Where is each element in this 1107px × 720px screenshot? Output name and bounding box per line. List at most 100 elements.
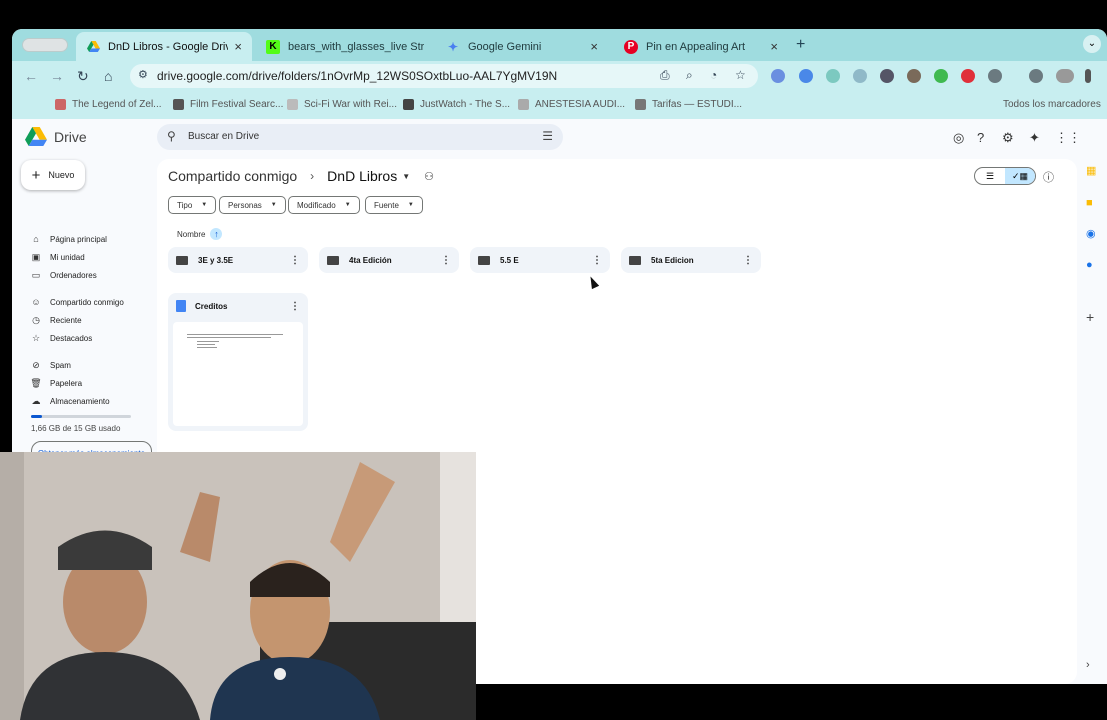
- profile-icon[interactable]: [1056, 69, 1074, 83]
- tab-drive[interactable]: DnD Libros - Google Drive ×: [76, 32, 252, 61]
- filter-type[interactable]: Tipo ▼: [168, 196, 217, 214]
- nav-shared[interactable]: ☺ Compartido conmigo: [30, 296, 123, 308]
- nav-label: Página principal: [50, 234, 107, 244]
- arrow-up-icon[interactable]: ↑: [210, 228, 223, 240]
- close-icon[interactable]: ×: [590, 39, 598, 54]
- extension-icon[interactable]: [907, 69, 921, 83]
- kick-icon: K: [266, 39, 280, 54]
- extension-icon[interactable]: [799, 69, 813, 83]
- nav-home[interactable]: ⌂ Página principal: [30, 233, 107, 245]
- performance-icon[interactable]: ◔: [710, 68, 717, 82]
- site-info-icon[interactable]: ⚙: [138, 68, 148, 81]
- extension-icon[interactable]: [853, 69, 867, 83]
- tasks-icon[interactable]: ◉: [1086, 227, 1096, 240]
- tab-kick[interactable]: K bears_with_glasses_live Stre: [256, 32, 434, 61]
- drive-search[interactable]: ⚲ Buscar en Drive ☰: [157, 124, 563, 150]
- install-icon[interactable]: ⎙: [660, 68, 670, 83]
- filter-modified[interactable]: Modificado ▼: [288, 196, 360, 214]
- zoom-icon[interactable]: ⌕: [686, 68, 693, 83]
- cast-icon[interactable]: [880, 69, 894, 83]
- more-actions-icon[interactable]: ⋮: [743, 255, 753, 266]
- bookmark-item[interactable]: Sci-Fi War with Rei...: [287, 99, 397, 110]
- translate-extension-icon[interactable]: [771, 69, 785, 83]
- breadcrumb-current[interactable]: DnD Libros: [327, 168, 397, 184]
- new-tab-icon[interactable]: +: [796, 36, 805, 54]
- nav-trash[interactable]: 🗑 Papelera: [30, 377, 82, 389]
- bookmark-star-icon[interactable]: ☆: [735, 68, 746, 82]
- shield-icon[interactable]: [934, 69, 948, 83]
- reload-icon[interactable]: ↻: [77, 68, 89, 85]
- contacts-icon[interactable]: ●: [1086, 259, 1093, 271]
- bookmark-icon: [635, 99, 646, 110]
- puzzle-icon[interactable]: [988, 69, 1002, 83]
- info-icon[interactable]: ⓘ: [1043, 169, 1054, 185]
- address-bar[interactable]: ⚙ drive.google.com/drive/folders/1nOvrMp…: [130, 64, 758, 88]
- chevron-right-icon[interactable]: ›: [1086, 659, 1090, 671]
- add-addon-icon[interactable]: +: [1086, 309, 1094, 325]
- adblock-icon[interactable]: [961, 69, 975, 83]
- folder-card[interactable]: 5ta Edicion ⋮: [621, 247, 761, 273]
- nav-computers[interactable]: ▭ Ordenadores: [30, 269, 97, 281]
- search-icon[interactable]: ⚲: [167, 129, 176, 143]
- shared-folder-icon: [478, 255, 490, 265]
- tab-strip: DnD Libros - Google Drive × K bears_with…: [12, 29, 1107, 61]
- close-icon[interactable]: ×: [770, 39, 778, 54]
- folder-card[interactable]: 5.5 E ⋮: [470, 247, 610, 273]
- tab-title: Pin en Appealing Art: [646, 40, 746, 53]
- gear-icon[interactable]: ⚙: [1002, 130, 1014, 146]
- forward-icon[interactable]: →: [50, 68, 64, 84]
- nav-starred[interactable]: ☆ Destacados: [30, 332, 92, 344]
- close-icon[interactable]: ×: [234, 39, 242, 54]
- more-actions-icon[interactable]: ⋮: [290, 255, 300, 266]
- chevron-down-icon[interactable]: ⌄: [1083, 35, 1101, 53]
- bookmark-label: ANESTESIA AUDI...: [535, 99, 626, 110]
- nav-my-drive[interactable]: ▣ Mi unidad: [30, 251, 85, 263]
- tab-gemini[interactable]: ✦ Google Gemini ×: [436, 32, 608, 61]
- menu-icon[interactable]: [1085, 69, 1091, 83]
- webcam-overlay: [0, 452, 476, 720]
- breadcrumb-parent[interactable]: Compartido conmigo: [168, 168, 297, 184]
- filter-options-icon[interactable]: ☰: [542, 129, 553, 143]
- home-icon[interactable]: ⌂: [104, 68, 112, 84]
- shared-people-icon[interactable]: ⚇: [424, 170, 434, 183]
- help-icon[interactable]: ?: [977, 130, 984, 145]
- more-actions-icon[interactable]: ⋮: [290, 301, 300, 312]
- nav-recent[interactable]: ◷ Reciente: [30, 314, 82, 326]
- grid-view-icon[interactable]: ✓▦: [1005, 168, 1035, 184]
- tab-pinterest[interactable]: P Pin en Appealing Art ×: [614, 32, 788, 61]
- tab-search-pill[interactable]: [22, 38, 68, 52]
- keep-icon[interactable]: ■: [1086, 197, 1093, 209]
- new-button[interactable]: + Nuevo: [21, 160, 85, 190]
- offline-status-icon[interactable]: ◎: [953, 130, 964, 146]
- more-actions-icon[interactable]: ⋮: [441, 255, 451, 266]
- side-panel-rail: ▦ ■ ◉ ● + ›: [1078, 119, 1107, 684]
- filter-people[interactable]: Personas ▼: [219, 196, 286, 214]
- more-actions-icon[interactable]: ⋮: [592, 255, 602, 266]
- calendar-icon[interactable]: ▦: [1086, 164, 1096, 177]
- back-icon[interactable]: ←: [24, 68, 38, 84]
- extension-icon[interactable]: [826, 69, 840, 83]
- chip-label: Fuente: [374, 200, 399, 210]
- search-input[interactable]: Buscar en Drive: [188, 131, 259, 142]
- filter-source[interactable]: Fuente ▼: [365, 196, 423, 214]
- sort-header[interactable]: Nombre ↑: [177, 228, 223, 240]
- view-toggle[interactable]: ☰ ✓▦: [974, 167, 1036, 185]
- bookmark-item[interactable]: Tarifas — ESTUDI...: [635, 99, 742, 110]
- folder-card[interactable]: 4ta Edición ⋮: [319, 247, 459, 273]
- nav-spam[interactable]: ⊘ Spam: [30, 359, 71, 371]
- download-icon[interactable]: [1029, 69, 1043, 83]
- bookmark-item[interactable]: ANESTESIA AUDI...: [518, 99, 625, 110]
- bookmark-item[interactable]: Film Festival Searc...: [173, 99, 283, 110]
- all-bookmarks[interactable]: Todos los marcadores: [1003, 99, 1101, 110]
- file-card[interactable]: Creditos ⋮: [168, 293, 308, 431]
- url-text[interactable]: drive.google.com/drive/folders/1nOvrMp_1…: [157, 69, 557, 83]
- computers-icon: ▭: [31, 269, 41, 280]
- bookmark-item[interactable]: JustWatch - The S...: [403, 99, 510, 110]
- gemini-sparkle-icon[interactable]: ✦: [1029, 130, 1040, 146]
- bookmark-item[interactable]: The Legend of Zel...: [55, 99, 162, 110]
- caret-down-icon[interactable]: ▼: [402, 172, 410, 181]
- list-view-icon[interactable]: ☰: [975, 168, 1005, 184]
- drive-logo[interactable]: Drive: [25, 127, 87, 146]
- nav-storage[interactable]: ☁ Almacenamiento: [30, 395, 110, 407]
- folder-card[interactable]: 3E y 3.5E ⋮: [168, 247, 308, 273]
